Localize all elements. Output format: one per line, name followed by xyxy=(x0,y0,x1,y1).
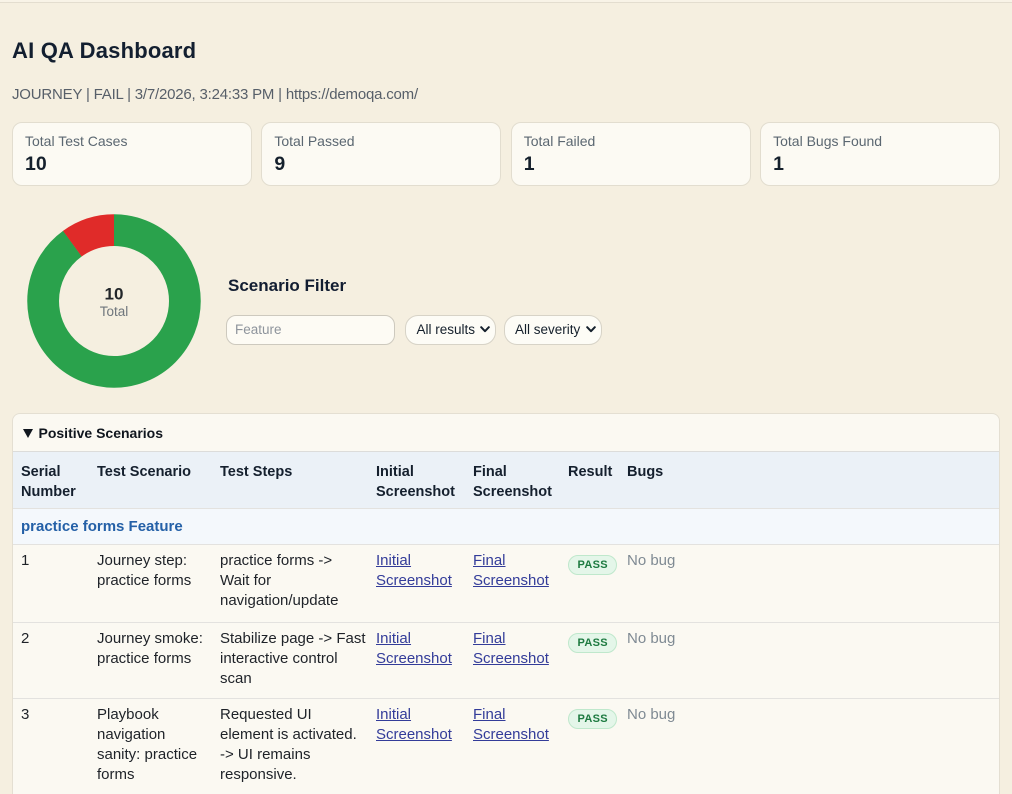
svg-text:10: 10 xyxy=(105,285,124,304)
svg-text:Total: Total xyxy=(100,304,129,319)
